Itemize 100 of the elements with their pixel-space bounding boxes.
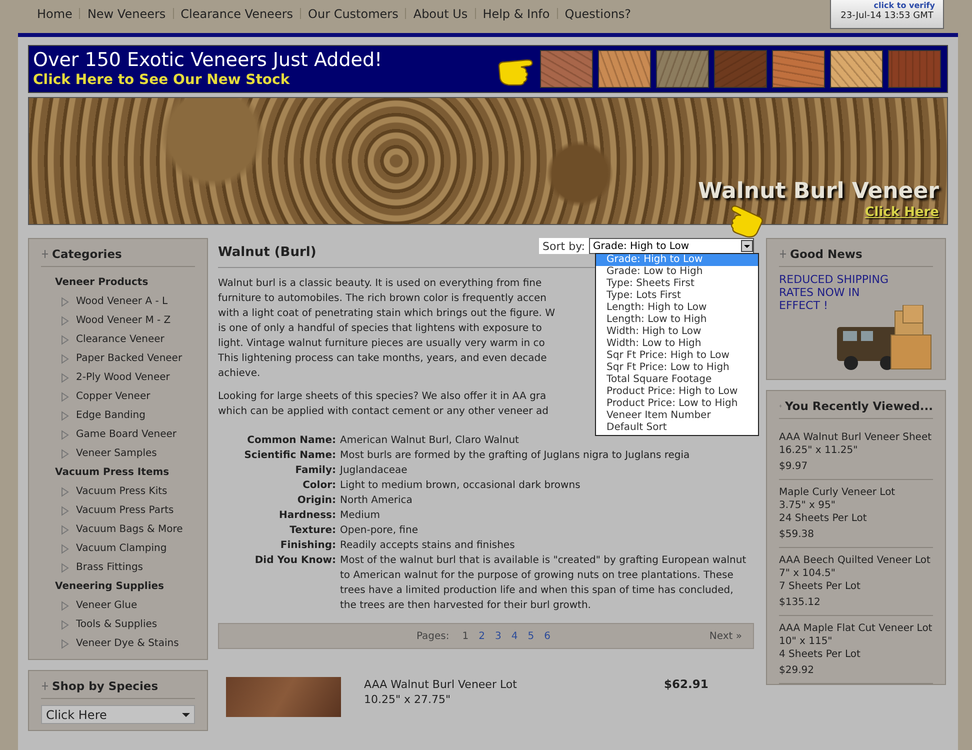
cross-ornament-icon — [41, 250, 49, 258]
sort-option[interactable]: Total Square Footage — [596, 374, 758, 386]
spec-label: Common Name: — [246, 434, 336, 448]
sort-option[interactable]: Length: Low to High — [596, 314, 758, 326]
recent-item-name[interactable]: Maple Curly Veneer Lot — [779, 486, 933, 499]
category-link[interactable]: Vacuum Press Kits — [76, 482, 168, 501]
spec-label: Scientific Name: — [243, 449, 336, 463]
category-link[interactable]: Tools & Supplies — [76, 615, 158, 634]
nav-link[interactable]: Our Customers — [301, 6, 406, 20]
page-link[interactable]: 4 — [511, 630, 518, 642]
next-link[interactable]: Next » — [709, 630, 742, 642]
wood-swatch[interactable] — [772, 50, 825, 88]
category-link[interactable]: Veneer Dye & Stains — [76, 634, 179, 653]
species-select[interactable]: Click Here — [41, 705, 195, 724]
wood-swatch[interactable] — [714, 50, 767, 88]
page-link[interactable]: 3 — [495, 630, 502, 642]
select-value: Click Here — [46, 708, 107, 722]
nav-link[interactable]: Questions? — [558, 6, 638, 20]
wood-swatch[interactable] — [540, 50, 593, 88]
hero-link[interactable]: Click Here — [864, 205, 939, 220]
sort-option[interactable]: Product Price: Low to High — [596, 398, 758, 410]
wood-swatch[interactable] — [830, 50, 883, 88]
sort-option[interactable]: Sqr Ft Price: High to Low — [596, 350, 758, 362]
category-link[interactable]: Vacuum Clamping — [76, 539, 167, 558]
spec-value: Juglandaceae — [340, 464, 408, 478]
sort-option[interactable]: Type: Lots First — [596, 290, 758, 302]
promo-banner[interactable]: Over 150 Exotic Veneers Just Added! Click Here to See Our New Stock — [28, 45, 948, 93]
sort-option[interactable]: Grade: High to Low — [596, 254, 758, 266]
banner-link[interactable]: Click Here to See Our New Stock — [33, 71, 497, 89]
recent-item-name[interactable]: AAA Beech Quilted Veneer Lot — [779, 554, 933, 567]
badge-caption[interactable]: click to verify — [874, 0, 943, 11]
triangle-bullet-icon — [61, 316, 69, 326]
category-link[interactable]: Game Board Veneer — [76, 425, 176, 444]
category-link[interactable]: Clearance Veneer — [76, 330, 164, 349]
triangle-bullet-icon — [61, 392, 69, 402]
description-paragraph: Walnut burl is a classic beauty. It is used on everything from fine furniture to automobiles. The rich brown color is frequently accen with a light coat of penetrating stain which brings out the figure. W is one of only a handful of species that lightens with exposure to light. Vintage walnut furniture pieces are usually very warm in co This lightening process can take months, years, and even decade achieve. — [218, 277, 556, 381]
hero-title: Walnut Burl Veneer — [698, 179, 939, 205]
spec-label: Did You Know: — [254, 554, 336, 568]
sort-option[interactable]: Grade: Low to High — [596, 266, 758, 278]
category-link[interactable]: Edge Banding — [76, 406, 146, 425]
nav-link[interactable]: New Veneers — [80, 6, 173, 20]
category-heading: Vacuum Press Items — [54, 466, 170, 480]
spec-value: American Walnut Burl, Claro Walnut — [340, 434, 520, 448]
recent-item-price: $135.12 — [779, 596, 822, 609]
recent-item-detail: 3.75" x 95" — [779, 499, 836, 512]
triangle-bullet-icon — [61, 506, 69, 516]
sort-option[interactable]: Default Sort — [596, 422, 758, 434]
product-name[interactable]: AAA Walnut Burl Veneer Lot — [364, 677, 664, 692]
spec-label: Texture: — [288, 524, 336, 538]
category-link[interactable]: Paper Backed Veneer — [76, 349, 182, 368]
shipping-notice[interactable]: REDUCED SHIPPING RATES NOW IN EFFECT ! — [779, 273, 889, 312]
sort-option[interactable]: Length: High to Low — [596, 302, 758, 314]
page-link[interactable]: 6 — [544, 630, 551, 642]
category-heading: Veneer Products — [54, 276, 150, 290]
sort-label: Sort by: — [542, 240, 586, 252]
page-link[interactable]: 5 — [528, 630, 534, 642]
wood-swatch[interactable] — [656, 50, 709, 88]
category-link[interactable]: Wood Veneer A - L — [76, 292, 168, 311]
category-link[interactable]: Vacuum Bags & More — [76, 520, 183, 539]
recent-item-detail: 16.25" x 11.25" — [779, 444, 859, 457]
sort-option[interactable]: Width: High to Low — [596, 326, 758, 338]
spec-label: Hardness: — [278, 509, 336, 523]
recent-item-detail: 10" x 115" — [779, 635, 834, 648]
category-link[interactable]: Veneer Glue — [76, 596, 138, 615]
recent-item-name[interactable]: AAA Maple Flat Cut Veneer Lot — [779, 622, 933, 635]
recent-item-name[interactable]: AAA Walnut Burl Veneer Sheet — [779, 431, 933, 444]
recent-item-detail: 7 Sheets Per Lot — [779, 580, 862, 593]
triangle-bullet-icon — [61, 600, 69, 610]
nav-link[interactable]: Home — [30, 6, 80, 20]
nav-link[interactable]: Help & Info — [476, 6, 557, 20]
nav-link[interactable]: Clearance Veneers — [174, 6, 300, 20]
sort-option[interactable]: Product Price: High to Low — [596, 386, 758, 398]
dropdown-caret-icon — [182, 712, 190, 716]
wood-swatch[interactable] — [598, 50, 651, 88]
page-link[interactable]: 2 — [478, 630, 486, 642]
recent-item-detail: 4 Sheets Per Lot — [779, 648, 862, 661]
spec-label: Finishing: — [279, 539, 336, 553]
sort-option[interactable]: Width: Low to High — [596, 338, 758, 350]
triangle-bullet-icon — [61, 448, 69, 458]
wood-swatch[interactable] — [888, 50, 941, 88]
category-link[interactable]: Vacuum Press Parts — [76, 501, 174, 520]
product-price: $62.91 — [664, 677, 708, 693]
page-title: Walnut (Burl) — [218, 245, 316, 260]
sort-option[interactable]: Sqr Ft Price: Low to High — [596, 362, 758, 374]
category-link[interactable]: Brass Fittings — [76, 558, 144, 577]
sort-option[interactable]: Type: Sheets First — [596, 278, 758, 290]
verify-badge[interactable]: click to verify 23-Jul-14 13:53 GMT — [830, 0, 944, 29]
category-link[interactable]: Copper Veneer — [76, 387, 150, 406]
category-link[interactable]: 2-Ply Wood Veneer — [76, 368, 170, 387]
category-link[interactable]: Wood Veneer M - Z — [76, 311, 171, 330]
recent-item-price: $29.92 — [779, 664, 815, 677]
burl-photo-banner[interactable]: Walnut Burl Veneer Click Here — [28, 97, 948, 225]
product-size: 10.25" x 27.75" — [364, 692, 452, 707]
category-link[interactable]: Veneer Samples — [76, 444, 157, 463]
spec-value: Open-pore, fine — [340, 524, 419, 538]
product-photo[interactable] — [226, 677, 341, 717]
sort-option[interactable]: Veneer Item Number — [596, 410, 758, 422]
nav-link[interactable]: About Us — [406, 6, 475, 20]
triangle-bullet-icon — [61, 524, 69, 534]
spec-label: Color: — [302, 479, 336, 493]
